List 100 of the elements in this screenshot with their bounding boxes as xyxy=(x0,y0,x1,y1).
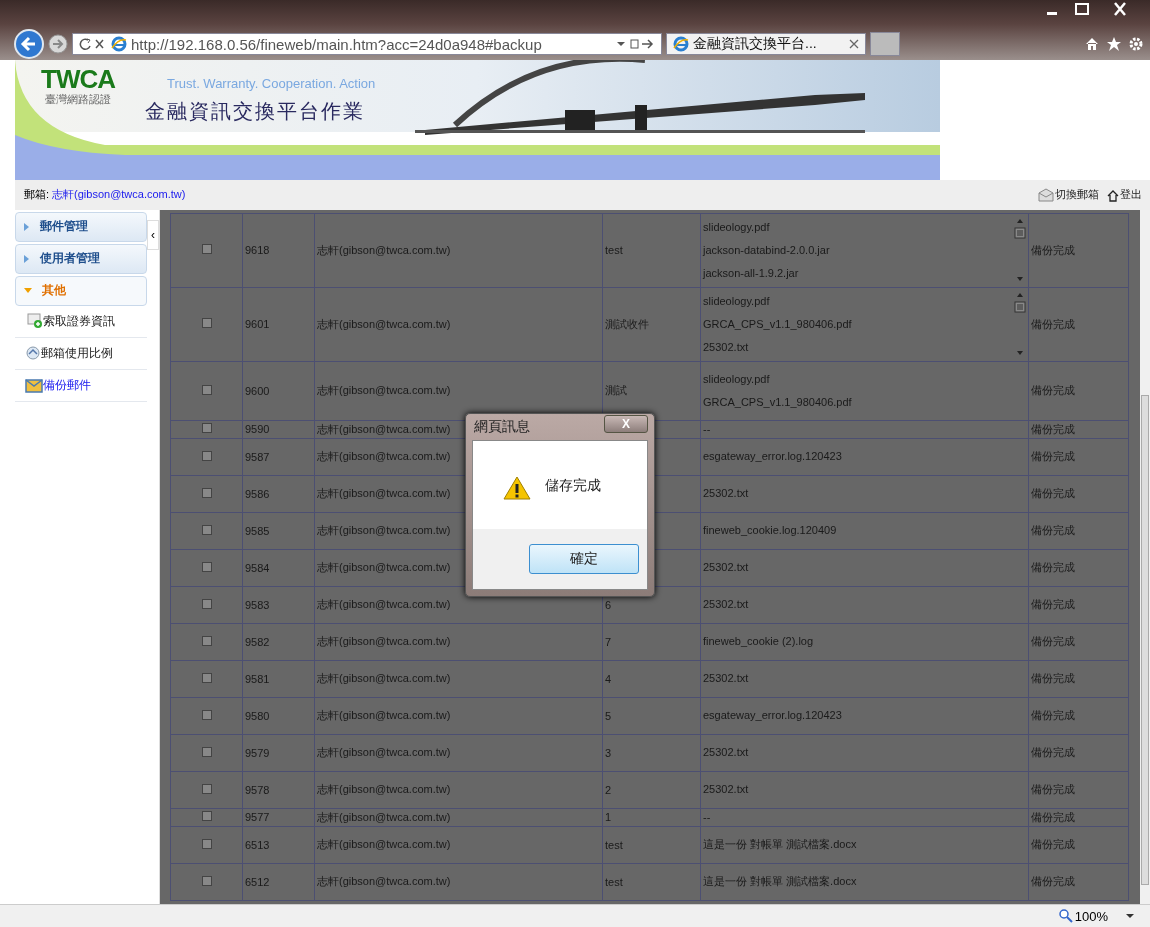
back-icon[interactable] xyxy=(14,29,44,59)
zoom-icon xyxy=(1058,909,1073,923)
close-tab-icon[interactable] xyxy=(849,39,859,49)
envelope-icon xyxy=(25,377,43,394)
mailbox-link[interactable]: 志軒(gibson@twca.com.tw) xyxy=(52,187,186,203)
row-checkbox[interactable] xyxy=(201,561,212,572)
attachment-name: 25302.txt xyxy=(703,560,750,576)
browser-tab[interactable]: 金融資訊交換平台... xyxy=(666,33,866,55)
status-cell: 備份完成 xyxy=(1028,697,1129,735)
mailbox-label: 郵箱: xyxy=(24,187,50,203)
row-checkbox[interactable] xyxy=(201,838,212,849)
switch-mailbox-link[interactable]: 切換郵箱 xyxy=(1038,187,1099,203)
status-cell: 備份完成 xyxy=(1028,549,1129,587)
row-checkbox[interactable] xyxy=(201,709,212,720)
subject-cell: 5 xyxy=(602,697,701,735)
id-cell: 9590 xyxy=(242,420,315,439)
id-cell: 9578 xyxy=(242,771,315,809)
subject-cell: test xyxy=(602,826,701,864)
collapse-button[interactable]: ‹ xyxy=(147,219,159,250)
id-cell: 9583 xyxy=(242,586,315,624)
dialog-message: 儲存完成 xyxy=(545,477,601,495)
settings-icon[interactable] xyxy=(1128,36,1144,52)
id-cell: 9585 xyxy=(242,512,315,550)
attachment-name: esgateway_error.log.120423 xyxy=(703,449,843,465)
new-tab-button[interactable] xyxy=(870,32,900,56)
row-checkbox[interactable] xyxy=(201,746,212,757)
menu-group[interactable]: 郵件管理 xyxy=(15,211,147,242)
subject-cell: 1 xyxy=(602,808,701,827)
address-bar[interactable]: http://192.168.0.56/fineweb/main.htm?acc=24d0a948#backup xyxy=(72,33,662,55)
id-cell: 9581 xyxy=(242,660,315,698)
sender-cell: 志軒(gibson@twca.com.tw) xyxy=(314,863,603,901)
sender-cell: 志軒(gibson@twca.com.tw) xyxy=(314,660,603,698)
subject-cell: 3 xyxy=(602,734,701,772)
row-checkbox[interactable] xyxy=(201,635,212,646)
menu-group[interactable]: 使用者管理 xyxy=(15,243,147,274)
ie-logo-icon xyxy=(111,36,127,52)
attachment-name: -- xyxy=(703,809,712,825)
status-cell: 備份完成 xyxy=(1028,771,1129,809)
attachment-name: GRCA_CPS_v1.1_980406.pdf xyxy=(703,394,853,410)
reload-stop-icon[interactable] xyxy=(79,37,107,51)
forward-icon[interactable] xyxy=(48,34,68,54)
row-checkbox[interactable] xyxy=(201,244,212,255)
subject-cell: 2 xyxy=(602,771,701,809)
sender-cell: 志軒(gibson@twca.com.tw) xyxy=(314,287,603,362)
subject-cell: test xyxy=(602,213,701,288)
menu-item[interactable]: 備份郵件 xyxy=(15,369,147,402)
tab-title: 金融資訊交換平台... xyxy=(693,35,818,53)
attachment-name: 25302.txt xyxy=(703,339,750,355)
row-checkbox[interactable] xyxy=(201,598,212,609)
attachment-name: -- xyxy=(703,421,712,437)
menu-item[interactable]: 索取證券資訊 xyxy=(15,305,147,338)
row-checkbox[interactable] xyxy=(201,318,212,329)
id-cell: 9579 xyxy=(242,734,315,772)
row-checkbox[interactable] xyxy=(201,811,212,822)
dropdown-caret-icon[interactable] xyxy=(1126,913,1134,919)
address-url[interactable]: http://192.168.0.56/fineweb/main.htm?acc=24d0a948#backup xyxy=(131,35,611,53)
row-checkbox[interactable] xyxy=(201,783,212,794)
subject-cell: 7 xyxy=(602,623,701,661)
row-checkbox[interactable] xyxy=(201,384,212,395)
attachment-name: 25302.txt xyxy=(703,745,750,761)
home-icon xyxy=(1107,190,1119,203)
warning-icon xyxy=(503,475,531,501)
sender-cell: 志軒(gibson@twca.com.tw) xyxy=(314,623,603,661)
status-cell: 備份完成 xyxy=(1028,420,1129,439)
zoom-level[interactable]: 100% xyxy=(1058,908,1108,924)
attachment-name: 25302.txt xyxy=(703,782,750,798)
row-checkbox[interactable] xyxy=(201,450,212,461)
ok-button[interactable]: 確定 xyxy=(529,544,639,574)
subject-cell: test xyxy=(602,863,701,901)
attachment-name: jackson-databind-2.0.0.jar xyxy=(703,242,831,258)
menu-item[interactable]: 郵箱使用比例 xyxy=(15,337,147,370)
id-cell: 9580 xyxy=(242,697,315,735)
row-checkbox[interactable] xyxy=(201,672,212,683)
dialog-title: 網頁訊息 xyxy=(473,418,530,436)
id-cell: 9618 xyxy=(242,213,315,288)
attachment-name: 25302.txt xyxy=(703,486,750,502)
certificate-icon xyxy=(25,313,43,330)
caret-icon xyxy=(24,222,30,231)
status-cell: 備份完成 xyxy=(1028,213,1129,288)
row-checkbox[interactable] xyxy=(201,875,212,886)
id-cell: 9600 xyxy=(242,361,315,421)
id-cell: 9587 xyxy=(242,438,315,476)
sender-cell: 志軒(gibson@twca.com.tw) xyxy=(314,808,603,827)
star-icon[interactable] xyxy=(1106,36,1122,52)
row-checkbox[interactable] xyxy=(201,487,212,498)
id-cell: 6512 xyxy=(242,863,315,901)
row-checkbox[interactable] xyxy=(201,423,212,434)
page-scrollbar[interactable] xyxy=(1140,209,1150,905)
ie-logo-icon xyxy=(673,36,689,52)
id-cell: 9577 xyxy=(242,808,315,827)
id-cell: 9584 xyxy=(242,549,315,587)
logo-text: TWCA xyxy=(41,65,115,92)
home-icon[interactable] xyxy=(1084,36,1100,52)
address-tools-icon[interactable] xyxy=(615,37,655,51)
status-cell: 備份完成 xyxy=(1028,438,1129,476)
row-checkbox[interactable] xyxy=(201,524,212,535)
sender-cell: 志軒(gibson@twca.com.tw) xyxy=(314,213,603,288)
id-cell: 9582 xyxy=(242,623,315,661)
logout-link[interactable]: 登出 xyxy=(1107,187,1142,203)
status-cell: 備份完成 xyxy=(1028,808,1129,827)
